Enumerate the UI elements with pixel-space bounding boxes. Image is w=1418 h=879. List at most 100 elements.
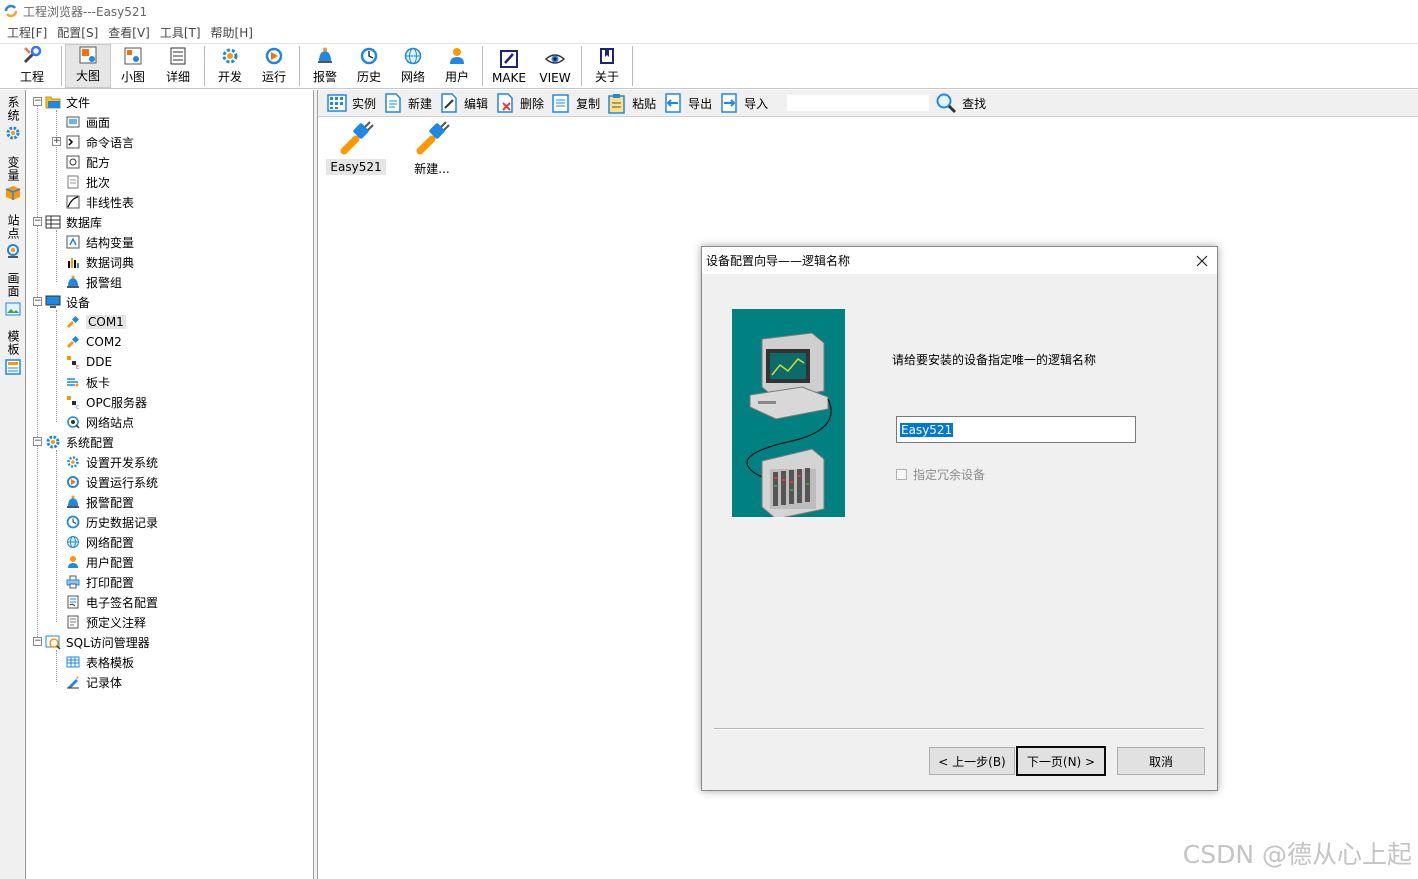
- edit-button[interactable]: 编辑: [438, 91, 488, 115]
- develop-button[interactable]: 开发: [208, 44, 252, 88]
- copy-button[interactable]: 复制: [550, 91, 600, 115]
- tree-data-dict[interactable]: 数据词典: [65, 252, 134, 272]
- tab-system[interactable]: 系统: [2, 96, 24, 141]
- expand-toggle[interactable]: −: [33, 437, 42, 446]
- network-label: 网络: [400, 70, 425, 84]
- tree-screen[interactable]: 画面: [65, 112, 110, 132]
- alarm-button[interactable]: 报警: [303, 44, 347, 88]
- about-button[interactable]: 关于: [585, 44, 629, 88]
- tree-board-label: 板卡: [86, 375, 111, 390]
- tree-table-tpl[interactable]: 表格模板: [65, 652, 134, 672]
- prev-button[interactable]: < 上一步(B): [929, 747, 1015, 775]
- tree-predef-note[interactable]: 预定义注释: [65, 612, 146, 632]
- instance-button[interactable]: 实例: [326, 91, 376, 115]
- import-label: 导入: [744, 96, 769, 111]
- project-button[interactable]: 工程: [6, 44, 58, 88]
- menu-help[interactable]: 帮助[H]: [206, 24, 258, 41]
- picture-icon: [5, 302, 21, 316]
- large-icon-view-button[interactable]: 大图: [65, 44, 111, 88]
- tab-stations[interactable]: 站点: [2, 214, 24, 259]
- history-button[interactable]: 历史: [347, 44, 391, 88]
- expand-toggle[interactable]: −: [33, 637, 42, 646]
- tree-com1[interactable]: COM1: [65, 312, 126, 332]
- tree-line: [56, 450, 57, 622]
- tree-sysconfig[interactable]: 系统配置: [45, 432, 114, 452]
- tree-nonlinear[interactable]: 非线性表: [65, 192, 134, 212]
- device-item-easy521[interactable]: Easy521: [326, 121, 386, 175]
- tree-print-cfg[interactable]: 打印配置: [65, 572, 134, 592]
- menu-config[interactable]: 配置[S]: [52, 24, 103, 41]
- tree-sql[interactable]: SQL访问管理器: [45, 632, 150, 652]
- bell-icon: [65, 494, 81, 510]
- tree-line: [56, 110, 57, 202]
- tree-opc[interactable]: C OPC服务器: [65, 392, 147, 412]
- globe-icon: [404, 47, 422, 65]
- wrench-icon: [23, 45, 42, 64]
- search-input[interactable]: [786, 94, 931, 112]
- menu-project[interactable]: 工程[F]: [2, 24, 52, 41]
- expand-toggle[interactable]: +: [52, 137, 61, 146]
- expand-toggle[interactable]: −: [33, 297, 42, 306]
- tree-dde[interactable]: E DDE: [65, 352, 112, 372]
- tree-batch[interactable]: 批次: [65, 172, 110, 192]
- redundant-device-checkbox[interactable]: 指定冗余设备: [896, 466, 985, 483]
- expand-toggle[interactable]: −: [33, 97, 42, 106]
- export-button[interactable]: 导出: [662, 91, 712, 115]
- network-button[interactable]: 网络: [391, 44, 435, 88]
- tree-board[interactable]: 板卡: [65, 372, 110, 392]
- tree-alarm-cfg[interactable]: 报警配置: [65, 492, 134, 512]
- tab-screens[interactable]: 画面: [2, 272, 24, 317]
- import-icon: [721, 93, 737, 113]
- tab-variables[interactable]: 变量: [2, 156, 24, 201]
- run-button[interactable]: 运行: [252, 44, 296, 88]
- delete-button[interactable]: 删除: [494, 91, 544, 115]
- tree-set-run[interactable]: 设置运行系统: [65, 472, 158, 492]
- menu-view[interactable]: 查看[V]: [103, 24, 155, 41]
- view-button[interactable]: VIEW: [532, 44, 578, 88]
- tree-net-cfg[interactable]: 网络配置: [65, 532, 134, 552]
- expand-toggle[interactable]: −: [33, 217, 42, 226]
- tree-com2[interactable]: COM2: [65, 332, 122, 352]
- command-icon: [65, 134, 81, 150]
- tree-user-cfg[interactable]: 用户配置: [65, 552, 134, 572]
- user-button[interactable]: 用户: [435, 44, 479, 88]
- next-button[interactable]: 下一页(N) >: [1016, 746, 1106, 776]
- tree-struct-var[interactable]: 结构变量: [65, 232, 134, 252]
- device-item-new[interactable]: 新建...: [406, 121, 458, 178]
- tree-record[interactable]: 记录体: [65, 672, 122, 692]
- toolbar-separator: [204, 46, 205, 86]
- tree-database[interactable]: 数据库: [45, 212, 102, 232]
- menu-bar: 工程[F] 配置[S] 查看[V] 工具[T] 帮助[H]: [0, 22, 1418, 43]
- logical-name-input[interactable]: Easy521: [896, 416, 1136, 443]
- paste-button[interactable]: 粘贴: [606, 91, 656, 115]
- small-icon-view-button[interactable]: 小图: [111, 44, 155, 88]
- tree-line: [56, 230, 57, 282]
- project-label: 工程: [19, 70, 44, 84]
- cancel-button[interactable]: 取消: [1117, 747, 1205, 775]
- make-button[interactable]: MAKE: [486, 44, 532, 88]
- new-label: 新建: [408, 96, 433, 111]
- tree-device[interactable]: 设备: [45, 292, 90, 312]
- sql-icon: [45, 634, 61, 650]
- tree-command-lang[interactable]: 命令语言: [65, 132, 134, 152]
- tree-hist-rec[interactable]: 历史数据记录: [65, 512, 158, 532]
- tree-file[interactable]: 文件: [45, 92, 90, 112]
- tree-net-station[interactable]: 网络站点: [65, 412, 134, 432]
- database-icon: [45, 214, 61, 230]
- import-button[interactable]: 导入: [718, 91, 768, 115]
- plc-rack-icon: [761, 448, 825, 520]
- tree-set-dev[interactable]: 设置开发系统: [65, 452, 158, 472]
- clipboard-icon: [608, 94, 625, 114]
- tab-templates-label: 模板: [6, 330, 20, 356]
- new-button[interactable]: 新建: [382, 91, 432, 115]
- develop-label: 开发: [217, 70, 242, 84]
- find-button[interactable]: 查找: [934, 91, 986, 115]
- tree-esign-cfg[interactable]: 电子签名配置: [65, 592, 158, 612]
- screen-icon: [65, 114, 81, 130]
- close-icon[interactable]: [1187, 248, 1217, 274]
- tree-alarm-group[interactable]: 报警组: [65, 272, 122, 292]
- menu-tools[interactable]: 工具[T]: [155, 24, 206, 41]
- tab-templates[interactable]: 模板: [2, 330, 24, 375]
- detail-view-button[interactable]: 详细: [155, 44, 201, 88]
- tree-recipe[interactable]: 配方: [65, 152, 110, 172]
